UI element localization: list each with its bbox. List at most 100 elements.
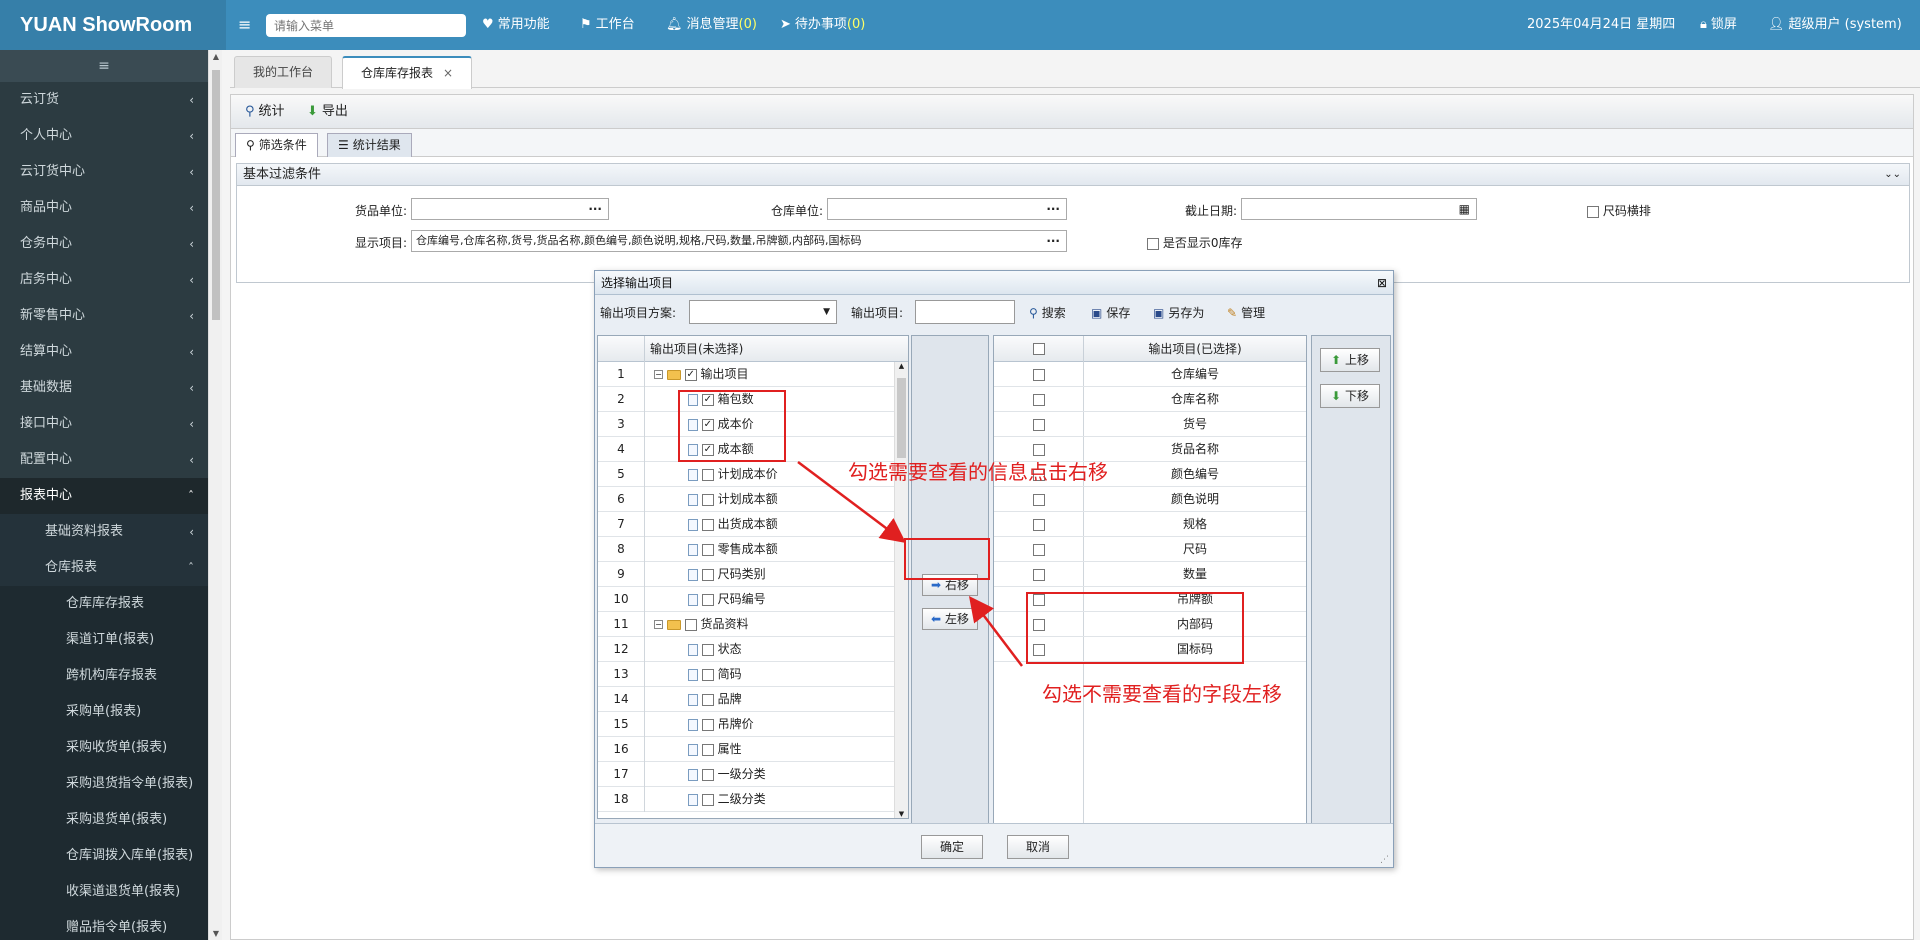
sidebar-item[interactable]: 店务中心 ‹ [0, 262, 208, 298]
selected-row[interactable]: 仓库名称 [994, 387, 1306, 412]
sidebar-item[interactable]: 采购退货指令单(报表) [0, 766, 208, 802]
collapse-toggle-icon[interactable]: − [654, 370, 663, 379]
row-checkbox[interactable] [1033, 418, 1045, 431]
menu-search-input[interactable] [266, 14, 466, 37]
sidebar-item[interactable]: 报表中心 ˆ [0, 478, 208, 514]
unselected-row[interactable]: 10 尺码编号 [598, 587, 894, 612]
row-checkbox[interactable] [701, 743, 714, 756]
lock-screen-button[interactable]: 🔒︎ 锁屏 [1700, 0, 1737, 50]
collapse-icon[interactable]: ⌄⌄ [1884, 164, 1901, 186]
selected-row[interactable]: 尺码 [994, 537, 1306, 562]
cancel-button[interactable]: 取消 [1007, 835, 1069, 859]
unselected-row[interactable]: 7 出货成本额 [598, 512, 894, 537]
move-up-button[interactable]: ⬆ 上移 [1320, 348, 1380, 372]
sidebar-item[interactable]: 仓库报表 ˆ [0, 550, 208, 586]
size-horizontal-checkbox[interactable]: 尺码横排 [1587, 202, 1651, 219]
row-checkbox[interactable] [701, 568, 714, 581]
unselected-row[interactable]: 15 吊牌价 [598, 712, 894, 737]
sidebar-collapse-icon[interactable]: ≡ [0, 50, 208, 82]
move-down-button[interactable]: ⬇ 下移 [1320, 384, 1380, 408]
scheme-select[interactable]: ▼ [689, 300, 837, 324]
unselected-row[interactable]: 9 尺码类别 [598, 562, 894, 587]
brand-logo[interactable]: YUAN ShowRoom [0, 0, 226, 50]
sidebar-item[interactable]: 渠道订单(报表) [0, 622, 208, 658]
row-checkbox[interactable] [1033, 393, 1045, 406]
goods-unit-input[interactable]: ··· [411, 198, 609, 220]
row-checkbox[interactable] [1033, 543, 1045, 556]
save-as-button[interactable]: ▣ 另存为 [1153, 304, 1204, 321]
sidebar-item[interactable]: 云订货 ‹ [0, 82, 208, 118]
nav-common[interactable]: ♥ 常用功能 [482, 0, 550, 50]
row-checkbox[interactable] [1033, 368, 1045, 381]
sidebar-item[interactable]: 仓库调拨入库单(报表) [0, 838, 208, 874]
sidebar-item[interactable]: 仓库库存报表 [0, 586, 208, 622]
resize-handle-icon[interactable]: ⋰ [1380, 855, 1389, 865]
display-items-input[interactable]: 仓库编号,仓库名称,货号,货品名称,颜色编号,颜色说明,规格,尺码,数量,吊牌额… [411, 230, 1067, 252]
selected-row[interactable]: 数量 [994, 562, 1306, 587]
sidebar-item[interactable]: 接口中心 ‹ [0, 406, 208, 442]
sidebar-item[interactable]: 赠品指令单(报表) [0, 910, 208, 940]
tab-result[interactable]: ☰ 统计结果 [327, 133, 412, 157]
sidebar-item[interactable]: 基础资料报表 ‹ [0, 514, 208, 550]
row-checkbox[interactable] [701, 643, 714, 656]
row-checkbox[interactable] [1033, 493, 1045, 506]
scroll-down-icon[interactable]: ▼ [209, 929, 223, 938]
selected-row[interactable]: 货号 [994, 412, 1306, 437]
user-menu[interactable]: 👤︎ 超级用户 (system) [1768, 0, 1902, 50]
unselected-row[interactable]: 17 一级分类 [598, 762, 894, 787]
row-checkbox[interactable] [684, 618, 697, 631]
unselected-row[interactable]: 11− 货品资料 [598, 612, 894, 637]
calendar-icon[interactable]: ▦ [1459, 199, 1470, 219]
menu-toggle-icon[interactable]: ≡ [238, 0, 251, 50]
sidebar-item[interactable]: 仓务中心 ‹ [0, 226, 208, 262]
sidebar-item[interactable]: 采购收货单(报表) [0, 730, 208, 766]
warehouse-unit-input[interactable]: ··· [827, 198, 1067, 220]
tab-filter[interactable]: ⚲ 筛选条件 [235, 133, 318, 157]
sidebar-item[interactable]: 采购退货单(报表) [0, 802, 208, 838]
row-checkbox[interactable] [701, 718, 714, 731]
row-checkbox[interactable] [701, 493, 714, 506]
more-icon[interactable]: ··· [1046, 199, 1060, 219]
move-left-button[interactable]: ⬅ 左移 [922, 608, 978, 630]
scrollbar-thumb[interactable] [212, 70, 220, 320]
unselected-row[interactable]: 13 简码 [598, 662, 894, 687]
more-icon[interactable]: ··· [1046, 231, 1060, 251]
more-icon[interactable]: ··· [588, 199, 602, 219]
deadline-input[interactable]: ▦ [1241, 198, 1477, 220]
selected-row[interactable]: 仓库编号 [994, 362, 1306, 387]
unselected-row[interactable]: 12 状态 [598, 637, 894, 662]
nav-messages[interactable]: 🔔︎ 消息管理(0) [666, 0, 757, 50]
row-checkbox[interactable] [701, 693, 714, 706]
sidebar-item[interactable]: 跨机构库存报表 [0, 658, 208, 694]
sidebar-item[interactable]: 基础数据 ‹ [0, 370, 208, 406]
row-checkbox[interactable] [1033, 518, 1045, 531]
row-checkbox[interactable] [701, 793, 714, 806]
scroll-up-icon[interactable]: ▲ [209, 52, 223, 61]
unselected-row[interactable]: 18 二级分类 [598, 787, 894, 812]
scroll-up-icon[interactable]: ▲ [895, 362, 908, 370]
row-checkbox[interactable] [701, 768, 714, 781]
tab-workbench[interactable]: 我的工作台 [234, 56, 333, 88]
close-tab-icon[interactable]: × [443, 66, 453, 80]
row-checkbox[interactable] [701, 468, 714, 481]
select-all-checkbox[interactable] [1032, 342, 1045, 355]
row-checkbox[interactable] [701, 518, 714, 531]
manage-button[interactable]: ✎ 管理 [1227, 304, 1265, 321]
unselected-row[interactable]: 14 品牌 [598, 687, 894, 712]
search-button[interactable]: ⚲ 搜索 [1029, 304, 1066, 321]
sidebar-scrollbar[interactable]: ▲ ▼ [208, 50, 222, 940]
ok-button[interactable]: 确定 [921, 835, 983, 859]
sidebar-item[interactable]: 收渠道退货单(报表) [0, 874, 208, 910]
save-button[interactable]: ▣ 保存 [1091, 304, 1130, 321]
tab-warehouse-stock-report[interactable]: 仓库库存报表 × [342, 56, 473, 89]
nav-workbench[interactable]: ⚑ 工作台 [580, 0, 635, 50]
scrollbar-thumb[interactable] [897, 378, 906, 458]
close-icon[interactable]: ⊠ [1377, 271, 1387, 295]
unselected-row[interactable]: 6 计划成本额 [598, 487, 894, 512]
sidebar-item[interactable]: 配置中心 ‹ [0, 442, 208, 478]
collapse-toggle-icon[interactable]: − [654, 620, 663, 629]
selected-row[interactable]: 规格 [994, 512, 1306, 537]
sidebar-item[interactable]: 个人中心 ‹ [0, 118, 208, 154]
row-checkbox[interactable] [1033, 568, 1045, 581]
sidebar-item[interactable]: 商品中心 ‹ [0, 190, 208, 226]
